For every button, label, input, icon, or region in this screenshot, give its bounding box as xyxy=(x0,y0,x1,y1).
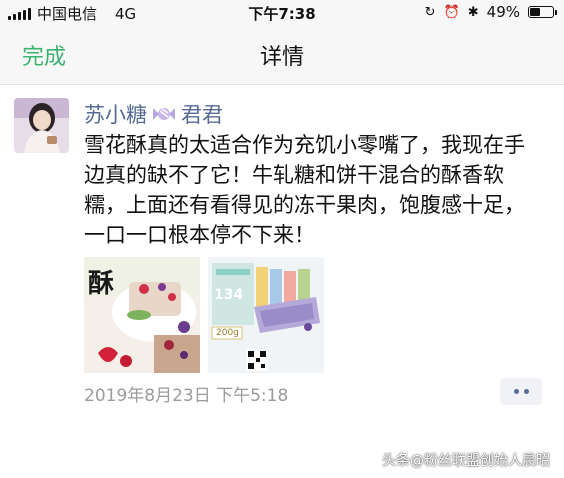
avatar-image xyxy=(14,98,69,153)
more-dot-icon xyxy=(523,389,529,394)
watermark: 头条@粉丝联盟创始人晨昭 xyxy=(382,453,550,469)
post-photo-2[interactable]: 134 200g xyxy=(208,257,324,373)
battery-percent: 49% xyxy=(486,3,520,21)
photo-2-image xyxy=(208,257,324,373)
post-username[interactable]: 苏小糖 君君 xyxy=(84,99,223,129)
avatar[interactable] xyxy=(14,98,69,153)
page-title: 详情 xyxy=(259,45,304,70)
status-right: ↻ ⏰ ✱ 49% xyxy=(424,3,557,21)
bluetooth-icon: ✱ xyxy=(467,4,479,20)
post-timestamp: 2019年8月23日 下午5:18 xyxy=(84,386,289,406)
more-dot-icon xyxy=(513,389,519,394)
orientation-lock-icon: ↻ xyxy=(424,4,436,20)
username-part2: 君君 xyxy=(181,103,223,127)
alarm-icon: ⏰ xyxy=(443,4,460,20)
battery-level xyxy=(530,8,540,16)
nav-bar: 完成 详情 xyxy=(0,24,564,85)
username-part1: 苏小糖 xyxy=(84,103,147,127)
post-photo-1[interactable]: 酥 xyxy=(84,257,200,373)
post-text: 雪花酥真的太适合作为充饥小零嘴了，我现在手边真的缺不了它！牛轧糖和饼干混合的酥香… xyxy=(84,133,525,247)
more-actions-button[interactable] xyxy=(500,378,542,405)
photo-2-price: 134 xyxy=(214,287,244,303)
candy-icon xyxy=(153,108,175,120)
photo-1-caption: 酥 xyxy=(88,269,115,299)
photo-2-badge: 200g xyxy=(216,328,239,338)
status-bar: 中国电信 4G 下午7:38 ↻ ⏰ ✱ 49% xyxy=(0,0,564,24)
battery-icon xyxy=(528,6,557,18)
